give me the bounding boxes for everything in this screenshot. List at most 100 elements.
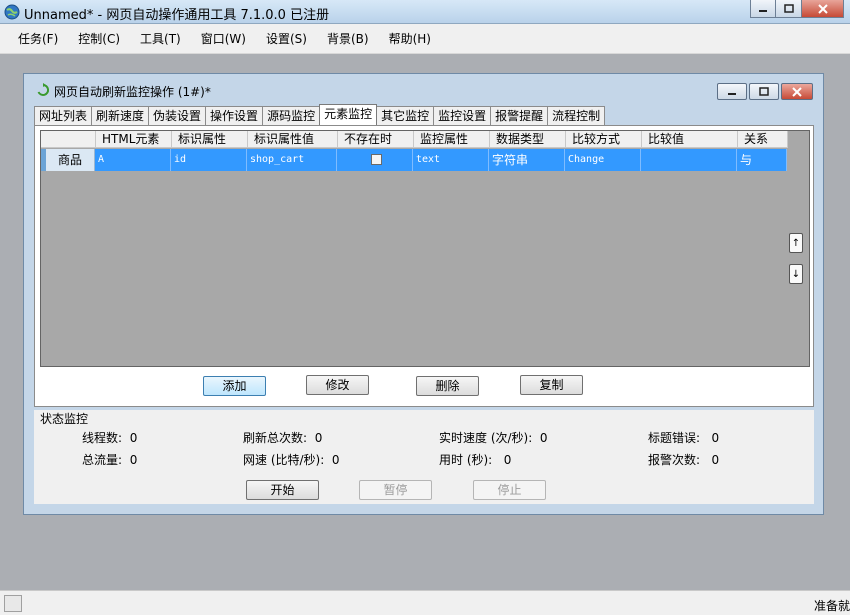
close-icon [792, 86, 802, 97]
tab-flow-control[interactable]: 流程控制 [547, 106, 606, 125]
cell-not-exist[interactable] [337, 149, 413, 171]
element-monitor-panel: HTML元素 标识属性 标识属性值 不存在时 监控属性 数据类型 比较方式 比较… [34, 125, 814, 407]
menu-settings[interactable]: 设置(S) [258, 30, 315, 47]
net-speed-value: 0 [331, 453, 340, 467]
alarm-count-value: 0 [711, 453, 720, 467]
realtime-speed-label: 实时速度 (次/秒): [439, 431, 533, 445]
add-button[interactable]: 添加 [203, 376, 266, 396]
move-down-button[interactable]: ↓ [789, 264, 803, 284]
col-html-element[interactable]: HTML元素 [96, 131, 172, 148]
menu-bar: 任务(F) 控制(C) 工具(T) 窗口(W) 设置(S) 背景(B) 帮助(H… [0, 24, 850, 54]
cell-relation[interactable]: 与 [737, 149, 787, 171]
realtime-speed-value: 0 [539, 431, 548, 445]
cell-id-attr[interactable]: id [171, 149, 247, 171]
elapsed-stat: 用时 (秒): 0 [439, 451, 511, 468]
close-button[interactable] [802, 0, 844, 18]
threads-label: 线程数: [82, 431, 123, 445]
menu-window[interactable]: 窗口(W) [193, 30, 254, 47]
maximize-icon [783, 4, 794, 13]
tab-refresh-speed[interactable]: 刷新速度 [91, 106, 150, 125]
title-errors-label: 标题错误: [648, 431, 701, 445]
menu-task[interactable]: 任务(F) [10, 30, 66, 47]
col-compare-value[interactable]: 比较值 [642, 131, 738, 148]
cell-compare-value[interactable] [641, 149, 737, 171]
total-traffic-value: 0 [129, 453, 138, 467]
col-id-attr[interactable]: 标识属性 [172, 131, 248, 148]
table-row[interactable]: 商品 A id shop_cart text 字符串 Change 与 [41, 149, 787, 171]
status-bar: 准备就 [0, 590, 850, 615]
menu-control[interactable]: 控制(C) [70, 30, 128, 47]
grid-corner [41, 131, 96, 148]
child-maximize-button[interactable] [749, 83, 779, 100]
child-close-button[interactable] [781, 83, 813, 100]
refresh-icon [37, 83, 50, 96]
window-title: Unnamed* - 网页自动操作通用工具 7.1.0.0 已注册 [24, 8, 330, 23]
tab-element-monitor[interactable]: 元素监控 [319, 104, 378, 125]
start-button[interactable]: 开始 [246, 480, 319, 500]
tab-other-monitor[interactable]: 其它监控 [376, 106, 435, 125]
tab-bar: 网址列表 刷新速度 伪装设置 操作设置 源码监控 元素监控 其它监控 监控设置 … [34, 104, 606, 125]
maximize-button[interactable] [776, 0, 802, 18]
title-errors-value: 0 [711, 431, 720, 445]
cell-html-element[interactable]: A [95, 149, 171, 171]
threads-stat: 线程数: 0 [82, 429, 137, 446]
title-errors-stat: 标题错误: 0 [648, 429, 719, 446]
alarm-count-label: 报警次数: [648, 453, 701, 467]
app-titlebar: Unnamed* - 网页自动操作通用工具 7.1.0.0 已注册 [0, 0, 850, 24]
child-titlebar: 网页自动刷新监控操作 (1#)* [24, 74, 823, 102]
alarm-count-stat: 报警次数: 0 [648, 451, 719, 468]
status-monitor-group: 状态监控 线程数: 0 刷新总次数: 0 实时速度 (次/秒): 0 标题错误:… [34, 410, 814, 504]
grid-header: HTML元素 标识属性 标识属性值 不存在时 监控属性 数据类型 比较方式 比较… [41, 131, 788, 148]
cell-monitor-attr[interactable]: text [413, 149, 489, 171]
refresh-total-value: 0 [314, 431, 323, 445]
cell-id-value[interactable]: shop_cart [247, 149, 337, 171]
modify-button[interactable]: 修改 [306, 375, 369, 395]
row-header[interactable]: 商品 [41, 149, 95, 171]
realtime-speed-stat: 实时速度 (次/秒): 0 [439, 429, 548, 446]
threads-value: 0 [129, 431, 138, 445]
minimize-button[interactable] [750, 0, 776, 18]
arrow-up-icon: ↑ [791, 237, 801, 249]
child-window-controls [715, 83, 813, 100]
child-minimize-button[interactable] [717, 83, 747, 100]
col-id-value[interactable]: 标识属性值 [248, 131, 338, 148]
cell-compare-mode[interactable]: Change [565, 149, 641, 171]
total-traffic-stat: 总流量: 0 [82, 451, 137, 468]
pause-button[interactable]: 暂停 [359, 480, 432, 500]
monitor-child-window: 网页自动刷新监控操作 (1#)* 网址列表 刷新速度 伪装设置 操作设置 源码监… [23, 73, 824, 515]
total-traffic-label: 总流量: [82, 453, 123, 467]
app-globe-icon [4, 4, 20, 20]
tab-alarm[interactable]: 报警提醒 [490, 106, 549, 125]
tab-monitor-settings[interactable]: 监控设置 [433, 106, 492, 125]
status-ready-text: 准备就 [813, 599, 850, 613]
not-exist-checkbox[interactable] [370, 154, 382, 165]
minimize-icon [759, 9, 767, 12]
col-not-exist[interactable]: 不存在时 [338, 131, 414, 148]
elapsed-label: 用时 (秒): [439, 453, 493, 467]
tab-disguise[interactable]: 伪装设置 [148, 106, 207, 125]
minimize-icon [728, 92, 736, 95]
net-speed-stat: 网速 (比特/秒): 0 [243, 451, 340, 468]
tab-source-monitor[interactable]: 源码监控 [262, 106, 321, 125]
refresh-total-label: 刷新总次数: [243, 431, 308, 445]
window-controls [750, 0, 844, 18]
move-up-button[interactable]: ↑ [789, 233, 803, 253]
tab-operation[interactable]: 操作设置 [205, 106, 264, 125]
col-relation[interactable]: 关系 [738, 131, 788, 148]
stop-button[interactable]: 停止 [473, 480, 546, 500]
menu-help[interactable]: 帮助(H) [381, 30, 439, 47]
col-compare-mode[interactable]: 比较方式 [566, 131, 642, 148]
cell-data-type[interactable]: 字符串 [489, 149, 565, 171]
status-grip-icon [4, 595, 22, 612]
elapsed-value: 0 [503, 453, 512, 467]
menu-background[interactable]: 背景(B) [319, 30, 377, 47]
child-title: 网页自动刷新监控操作 (1#)* [54, 85, 211, 99]
element-grid: HTML元素 标识属性 标识属性值 不存在时 监控属性 数据类型 比较方式 比较… [40, 130, 810, 367]
delete-button[interactable]: 删除 [416, 376, 479, 396]
col-data-type[interactable]: 数据类型 [490, 131, 566, 148]
status-legend: 状态监控 [40, 412, 89, 426]
copy-button[interactable]: 复制 [520, 375, 583, 395]
tab-url-list[interactable]: 网址列表 [34, 106, 93, 125]
menu-tools[interactable]: 工具(T) [132, 30, 189, 47]
col-monitor-attr[interactable]: 监控属性 [414, 131, 490, 148]
